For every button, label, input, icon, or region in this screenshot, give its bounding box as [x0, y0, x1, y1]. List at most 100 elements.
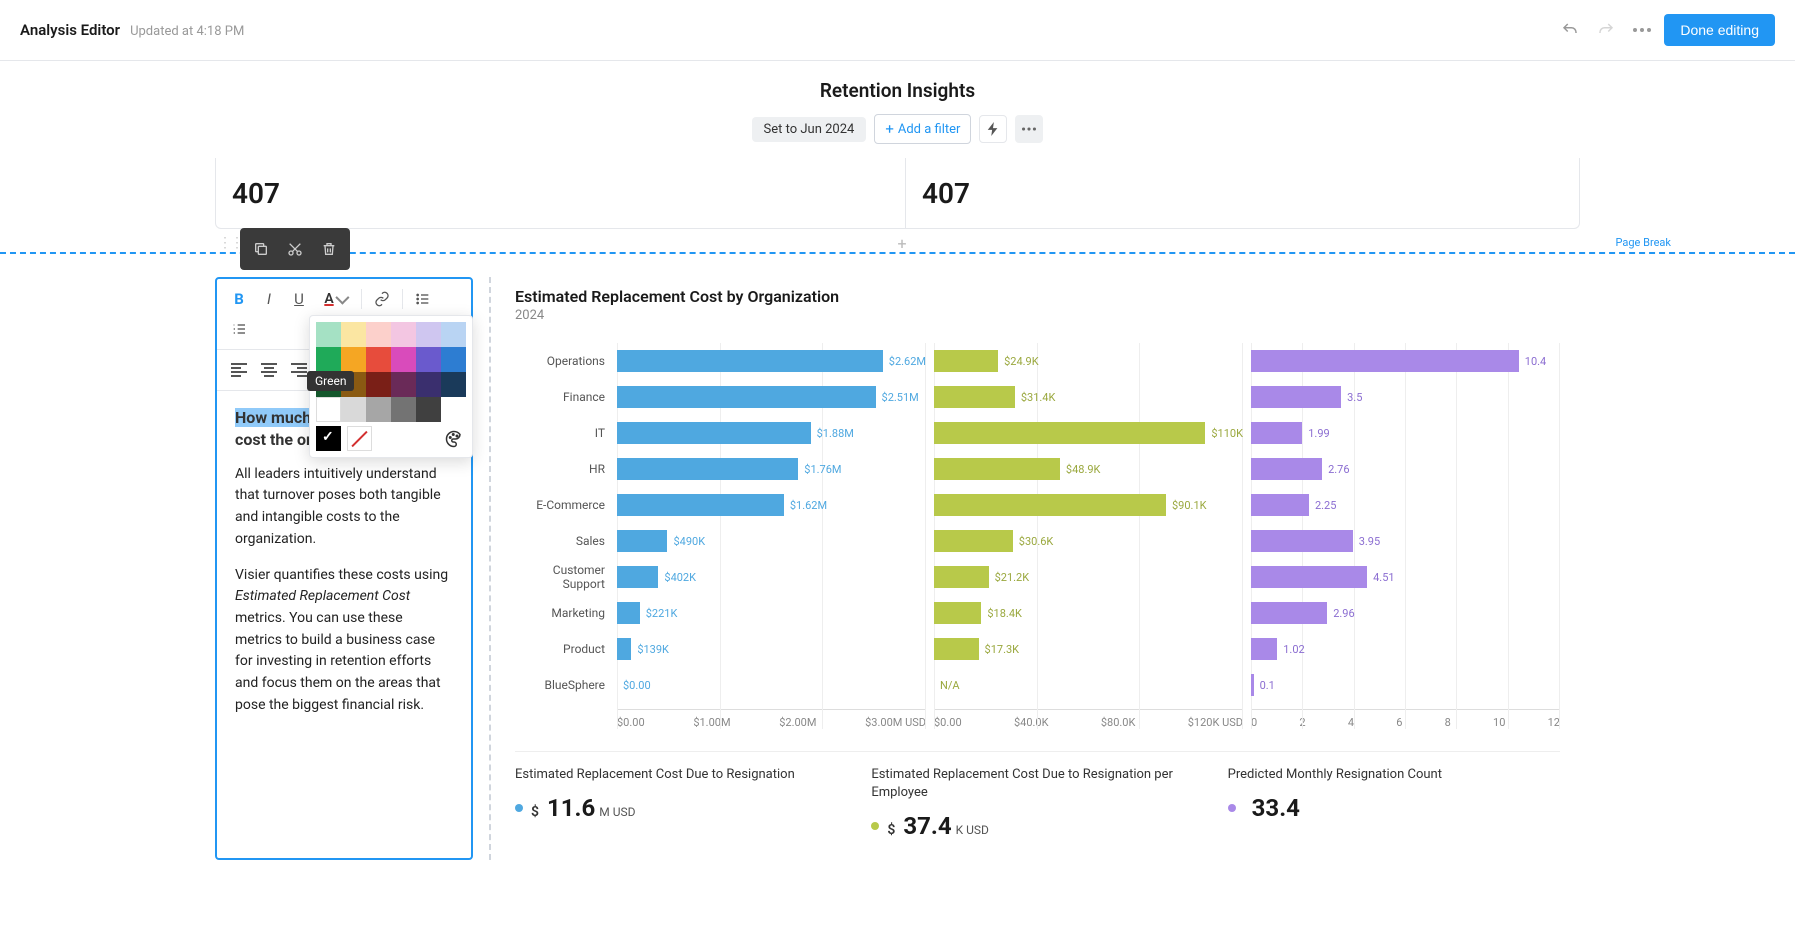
color-swatch[interactable]	[316, 397, 341, 422]
more-icon[interactable]	[1628, 16, 1656, 44]
numbered-list-icon[interactable]	[225, 315, 253, 343]
font-color-button[interactable]: A	[315, 291, 355, 307]
color-swatch[interactable]	[341, 322, 366, 347]
custom-color-icon[interactable]	[441, 426, 466, 451]
color-swatch[interactable]	[366, 397, 391, 422]
bar[interactable]	[934, 602, 981, 624]
kpi-card[interactable]: Predicted Resignation Count 407	[216, 158, 889, 228]
color-swatch[interactable]	[391, 347, 416, 372]
bar[interactable]	[617, 350, 883, 372]
bar[interactable]	[617, 458, 798, 480]
underline-icon[interactable]: U	[285, 285, 313, 313]
category-label: Product	[515, 631, 613, 667]
chart-block[interactable]: Estimated Replacement Cost by Organizati…	[489, 277, 1580, 860]
bar[interactable]	[934, 386, 1015, 408]
legend-value: 37.4	[903, 812, 951, 840]
legend-value: 33.4	[1252, 794, 1300, 822]
page-break-label: Page Break	[1612, 236, 1675, 249]
bar[interactable]	[934, 638, 979, 660]
bar-row: $21.2K	[934, 559, 1243, 595]
copy-icon[interactable]	[246, 234, 276, 264]
color-swatch[interactable]	[391, 397, 416, 422]
text-paragraph: All leaders intuitively understand that …	[235, 464, 453, 551]
bullet-list-icon[interactable]	[409, 285, 437, 313]
bold-icon[interactable]: B	[225, 285, 253, 313]
color-swatch[interactable]	[441, 347, 466, 372]
bar-value-label: $402K	[664, 571, 696, 584]
bar[interactable]	[1251, 350, 1519, 372]
bar[interactable]	[617, 638, 631, 660]
delete-icon[interactable]	[314, 234, 344, 264]
plus-icon[interactable]: +	[898, 234, 916, 252]
bar-row: N/A	[934, 667, 1243, 703]
bar[interactable]	[934, 458, 1060, 480]
color-swatch[interactable]	[416, 347, 441, 372]
bar[interactable]	[617, 386, 876, 408]
align-center-icon[interactable]	[255, 356, 283, 384]
bar-row: $139K	[617, 631, 926, 667]
bar-row: $90.1K	[934, 487, 1243, 523]
bar[interactable]	[934, 350, 998, 372]
text-block[interactable]: B I U A	[215, 277, 473, 860]
bar[interactable]	[1251, 422, 1302, 444]
bar[interactable]	[1251, 638, 1277, 660]
bar[interactable]	[934, 530, 1013, 552]
bar[interactable]	[934, 494, 1166, 516]
color-swatch[interactable]	[416, 397, 441, 422]
color-swatch[interactable]	[366, 347, 391, 372]
bar-row: $24.9K	[934, 343, 1243, 379]
color-swatch[interactable]	[441, 372, 466, 397]
color-swatch[interactable]	[316, 347, 341, 372]
bar[interactable]	[1251, 494, 1309, 516]
bar[interactable]	[1251, 530, 1353, 552]
undo-icon[interactable]	[1556, 16, 1584, 44]
align-left-icon[interactable]	[225, 356, 253, 384]
kpi-card[interactable]: Predicted Resignation Count 407	[905, 158, 1579, 228]
color-swatch[interactable]	[441, 322, 466, 347]
bar-row: $2.62M	[617, 343, 926, 379]
bar[interactable]	[617, 566, 658, 588]
done-editing-button[interactable]: Done editing	[1664, 14, 1775, 46]
redo-icon[interactable]	[1592, 16, 1620, 44]
bar[interactable]	[1251, 674, 1254, 696]
color-swatch[interactable]	[391, 322, 416, 347]
bar-row: $221K	[617, 595, 926, 631]
bar[interactable]	[617, 422, 811, 444]
bar-value-label: 2.76	[1328, 463, 1349, 476]
category-label: IT	[515, 415, 613, 451]
color-swatch[interactable]	[416, 372, 441, 397]
legend-dot-icon	[871, 822, 879, 830]
date-filter-chip[interactable]: Set to Jun 2024	[752, 117, 867, 142]
bar[interactable]	[934, 566, 989, 588]
bar[interactable]	[934, 422, 1205, 444]
color-swatch[interactable]	[366, 322, 391, 347]
no-color-swatch[interactable]	[347, 426, 372, 451]
color-swatch-black[interactable]	[316, 426, 341, 451]
cut-icon[interactable]	[280, 234, 310, 264]
chart-series: $24.9K$31.4K$110K$48.9K$90.1K$30.6K$21.2…	[934, 343, 1243, 729]
color-swatch[interactable]	[316, 322, 341, 347]
bar[interactable]	[617, 494, 784, 516]
more-filters-icon[interactable]	[1015, 115, 1043, 143]
bar-row: 3.5	[1251, 379, 1560, 415]
category-label: Sales	[515, 523, 613, 559]
color-swatch[interactable]	[391, 372, 416, 397]
color-swatch[interactable]	[416, 322, 441, 347]
bar[interactable]	[617, 602, 640, 624]
bar[interactable]	[1251, 566, 1367, 588]
drag-handle-icon[interactable]: ⋮⋮	[218, 235, 242, 251]
bar[interactable]	[1251, 458, 1322, 480]
color-picker-popover: Green	[309, 315, 473, 458]
kpi-value: 407	[232, 177, 873, 210]
bar[interactable]	[1251, 602, 1327, 624]
bar[interactable]	[1251, 386, 1341, 408]
add-filter-button[interactable]: +Add a filter	[874, 114, 971, 144]
color-swatch[interactable]	[341, 347, 366, 372]
link-icon[interactable]	[368, 285, 396, 313]
italic-icon[interactable]: I	[255, 285, 283, 313]
bar[interactable]	[617, 530, 667, 552]
color-swatch[interactable]	[366, 372, 391, 397]
color-swatch[interactable]	[341, 397, 366, 422]
bar-value-label: 0.1	[1260, 679, 1275, 692]
lightning-icon[interactable]	[979, 115, 1007, 143]
